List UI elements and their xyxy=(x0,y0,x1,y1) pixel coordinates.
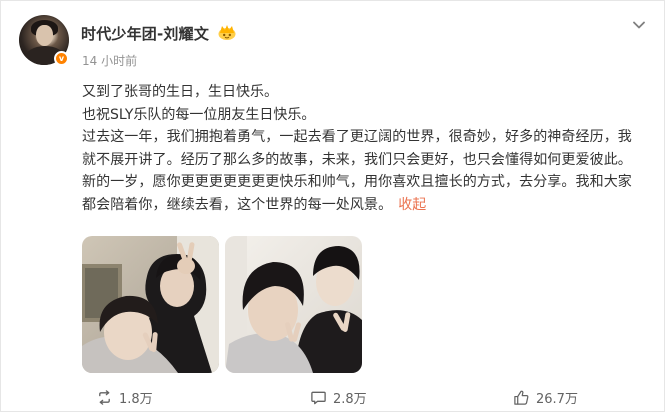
post-actions-bar: 1.8万 2.8万 26.7万 xyxy=(1,383,665,411)
more-chevron-icon[interactable] xyxy=(629,15,649,35)
repost-count: 1.8万 xyxy=(119,391,153,407)
author-name[interactable]: 时代少年团-刘耀文 xyxy=(81,23,209,44)
photo-selfie-1-image xyxy=(82,236,219,373)
comment-icon xyxy=(311,391,326,404)
photo-selfie-2[interactable] xyxy=(225,236,362,373)
like-button[interactable]: 26.7万 xyxy=(513,387,578,407)
like-count: 26.7万 xyxy=(536,391,578,407)
crown-badge-icon[interactable] xyxy=(217,23,237,41)
weibo-post-card: v 时代少年团-刘耀文 14 小时前 又到了张哥的生日，生日快乐。 也祝SLY乐… xyxy=(0,0,665,412)
post-line-2: 也祝SLY乐队的每一位朋友生日快乐。 xyxy=(82,106,316,123)
thumbs-up-icon xyxy=(514,390,529,405)
post-line-1: 又到了张哥的生日，生日快乐。 xyxy=(82,84,278,100)
photo-selfie-1[interactable] xyxy=(82,236,219,373)
collapse-link[interactable]: 收起 xyxy=(398,197,426,213)
avatar-face xyxy=(36,25,53,46)
comment-count: 2.8万 xyxy=(333,391,367,407)
repost-button[interactable]: 1.8万 xyxy=(96,387,153,407)
verified-v-icon: v xyxy=(54,51,69,66)
repost-icon xyxy=(99,389,110,405)
post-paragraph-3: 过去这一年，我们拥抱着勇气，一起去看了更辽阔的世界，很奇妙，好多的神奇经历，我就… xyxy=(82,126,642,216)
photo-selfie-2-image xyxy=(225,236,362,373)
post-line-3: 过去这一年，我们拥抱着勇气，一起去看了更辽阔的世界，很奇妙，好多的神奇经历，我就… xyxy=(82,129,632,213)
post-timestamp[interactable]: 14 小时前 xyxy=(82,52,137,69)
post-content: 又到了张哥的生日，生日快乐。 也祝SLY乐队的每一位朋友生日快乐。 过去这一年，… xyxy=(82,81,642,216)
comment-button[interactable]: 2.8万 xyxy=(310,387,367,407)
